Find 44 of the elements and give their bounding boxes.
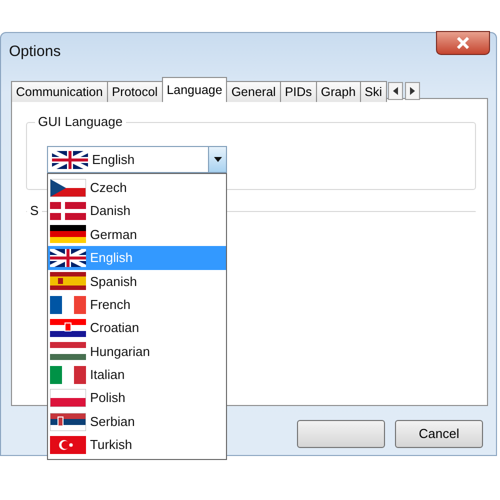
scroll-left-button[interactable] bbox=[388, 82, 404, 100]
language-option[interactable]: Hungarian bbox=[48, 340, 226, 364]
selected-value: English bbox=[92, 150, 135, 169]
language-option[interactable]: Italian bbox=[48, 363, 226, 387]
tab[interactable]: Communication bbox=[11, 81, 108, 102]
flag-icon bbox=[50, 319, 86, 338]
left-arrow-icon bbox=[393, 87, 398, 95]
language-option[interactable]: Turkish bbox=[48, 433, 226, 457]
flag-icon bbox=[50, 342, 86, 360]
caret-icon bbox=[214, 157, 222, 162]
tab[interactable]: General bbox=[226, 81, 281, 102]
tab[interactable]: PIDs bbox=[280, 81, 317, 102]
tab[interactable]: Graph bbox=[316, 81, 361, 102]
language-option[interactable]: Polish bbox=[48, 386, 226, 410]
tab[interactable]: Ski bbox=[360, 81, 388, 102]
language-option[interactable]: Spanish bbox=[48, 270, 226, 293]
flag-icon bbox=[50, 389, 86, 408]
close-button[interactable] bbox=[436, 31, 490, 55]
language-option[interactable]: German bbox=[48, 222, 226, 246]
right-arrow-icon bbox=[410, 87, 416, 95]
language-option[interactable]: French bbox=[48, 292, 226, 316]
flag-icon bbox=[50, 366, 86, 384]
window-title: Options bbox=[9, 42, 61, 62]
flag-icon bbox=[50, 202, 86, 220]
flag-icon bbox=[50, 248, 86, 267]
flag-icon bbox=[50, 272, 86, 290]
tab[interactable]: Language bbox=[162, 77, 228, 102]
language-option[interactable]: Danish bbox=[48, 199, 226, 223]
language-dropdown[interactable]: English bbox=[47, 146, 227, 173]
flag-icon bbox=[50, 225, 86, 244]
flag-icon bbox=[50, 296, 86, 314]
flag-icon bbox=[50, 178, 86, 197]
cancel-button[interactable]: Cancel bbox=[395, 420, 483, 448]
language-option[interactable]: Serbian bbox=[48, 410, 226, 434]
language-option[interactable]: Croatian bbox=[48, 316, 226, 340]
group-label: GUI Language bbox=[35, 114, 126, 130]
language-option[interactable]: Czech bbox=[48, 176, 226, 200]
flag-icon bbox=[50, 436, 86, 454]
dialog-button[interactable] bbox=[297, 420, 385, 448]
flag-icon bbox=[52, 150, 88, 168]
tab[interactable]: Protocol bbox=[106, 81, 163, 102]
scroll-right-button[interactable] bbox=[405, 82, 420, 100]
close-icon bbox=[456, 37, 470, 49]
flag-icon bbox=[50, 412, 86, 431]
